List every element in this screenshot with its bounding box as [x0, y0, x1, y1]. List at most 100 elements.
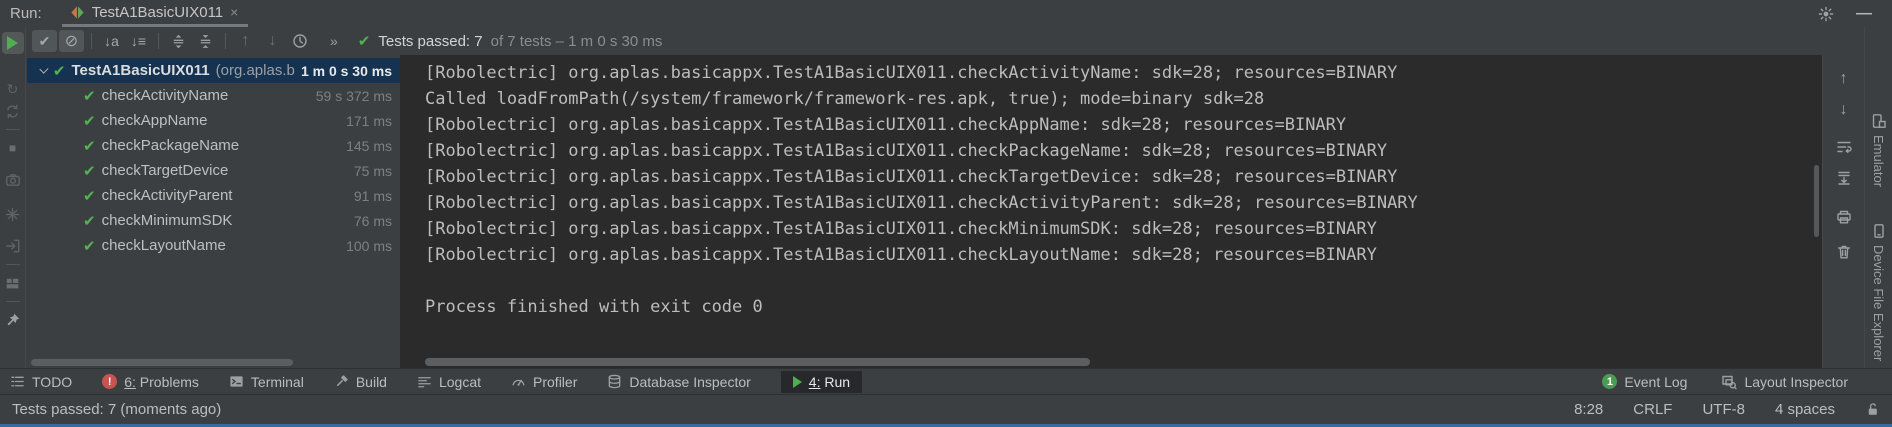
show-passed-toggle[interactable]: ✔: [32, 30, 57, 52]
import-test-results-button[interactable]: [2, 235, 24, 257]
tree-horizontal-scrollbar[interactable]: [31, 359, 293, 366]
indent-setting[interactable]: 4 spaces: [1775, 401, 1835, 418]
tests-passed-check-icon: ✔: [358, 32, 371, 50]
test-row[interactable]: ✔ checkMinimumSDK 76 ms: [27, 208, 400, 233]
screenshot-button[interactable]: [2, 169, 24, 191]
test-name: checkLayoutName: [102, 237, 226, 254]
sort-alpha-icon: ↓a: [104, 33, 119, 49]
test-suite-row[interactable]: ✔ TestA1BasicUIX011 (org.aplas.basi 1 m …: [27, 58, 400, 83]
sort-alphabetically-button[interactable]: ↓a: [99, 30, 124, 52]
android-test-config-icon: [70, 5, 85, 20]
test-history-button[interactable]: [287, 30, 312, 52]
toolwindow-profiler[interactable]: Profiler: [511, 374, 577, 390]
console-vertical-scrollbar[interactable]: [1814, 165, 1819, 237]
scroll-to-end-icon: [1836, 170, 1852, 186]
rerun-play-icon: [7, 36, 18, 50]
tool-stripe-emulator[interactable]: Emulator: [1871, 113, 1887, 187]
rerun-failed-icon: ↻: [7, 82, 19, 96]
show-ignored-toggle[interactable]: ⊘: [59, 30, 84, 52]
collapse-all-icon: [198, 34, 213, 49]
console-toolbar: ↑ ↓: [1822, 55, 1864, 368]
sort-by-duration-button[interactable]: ↓≡: [126, 30, 151, 52]
suite-duration: 1 m 0 s 30 ms: [301, 63, 392, 79]
device-file-explorer-stripe-label: Device File Explorer: [1871, 245, 1886, 361]
sort-custom-icon: ↓≡: [131, 33, 146, 49]
console-line: Process finished with exit code 0: [425, 294, 1822, 320]
database-icon: [607, 374, 622, 389]
suite-package: (org.aplas.basi: [216, 62, 295, 79]
line-separator[interactable]: CRLF: [1633, 401, 1672, 418]
toggle-auto-test-button[interactable]: [2, 100, 24, 122]
chevron-more-icon[interactable]: »: [330, 33, 338, 49]
toolwindow-terminal[interactable]: Terminal: [229, 374, 304, 390]
expand-all-button[interactable]: [166, 30, 191, 52]
test-name: checkActivityName: [102, 87, 229, 104]
arrow-up-icon: ↑: [242, 32, 250, 50]
rerun-tests-button[interactable]: [2, 32, 24, 54]
restore-layout-button[interactable]: [2, 272, 24, 294]
auto-test-icon: [5, 104, 20, 119]
console-output[interactable]: [Robolectric] org.aplas.basicappx.TestA1…: [400, 55, 1822, 368]
profiler-gauge-icon: [511, 374, 526, 389]
test-name: checkActivityParent: [102, 187, 233, 204]
print-button[interactable]: [1834, 207, 1854, 227]
test-run-status: ✔ Tests passed: 7 of 7 tests – 1 m 0 s 3…: [358, 32, 663, 50]
history-clock-icon: [292, 33, 308, 49]
write-access-lock-icon[interactable]: [1865, 402, 1880, 417]
console-horizontal-scrollbar[interactable]: [425, 358, 1090, 366]
previous-occurrence-button[interactable]: ↑: [233, 30, 258, 52]
caret-position[interactable]: 8:28: [1574, 401, 1603, 418]
clear-console-button[interactable]: [1834, 242, 1854, 262]
hide-tool-window-icon[interactable]: —: [1856, 5, 1872, 23]
import-icon: [5, 238, 21, 254]
status-message: Tests passed: 7 (moments ago): [12, 401, 221, 418]
toolwindow-run[interactable]: 4: Run: [781, 371, 862, 393]
run-label: Run:: [10, 5, 42, 22]
run-configuration-tab[interactable]: TestA1BasicUIX011 ×: [62, 0, 249, 27]
tool-window-bar: TODO ! 6: Problems Terminal Build: [0, 368, 1892, 394]
test-name: checkPackageName: [102, 137, 240, 154]
console-line: [425, 268, 1822, 294]
tests-passed-detail: of 7 tests – 1 m 0 s 30 ms: [491, 33, 663, 50]
file-encoding[interactable]: UTF-8: [1702, 401, 1745, 418]
chevron-down-icon[interactable]: [39, 65, 48, 74]
toolwindow-build[interactable]: Build: [334, 374, 387, 390]
run-left-toolbar: ↻ ■: [0, 27, 26, 368]
test-duration: 100 ms: [346, 238, 392, 254]
next-occurrence-button[interactable]: ↓: [260, 30, 285, 52]
test-passed-icon: ✔: [53, 62, 66, 80]
toolwindow-database-inspector[interactable]: Database Inspector: [607, 374, 750, 390]
test-passed-icon: ✔: [83, 162, 96, 180]
scroll-up-button[interactable]: ↑: [1834, 69, 1854, 89]
close-icon[interactable]: ×: [230, 5, 238, 19]
scroll-to-end-button[interactable]: [1834, 168, 1854, 188]
test-passed-icon: ✔: [83, 87, 96, 105]
collapse-all-button[interactable]: [193, 30, 218, 52]
apply-changes-button[interactable]: [2, 203, 24, 225]
toolwindow-logcat[interactable]: Logcat: [417, 374, 481, 390]
stop-process-button[interactable]: ■: [2, 137, 24, 159]
arrow-up-icon: ↑: [1840, 70, 1848, 88]
test-row[interactable]: ✔ checkTargetDevice 75 ms: [27, 158, 400, 183]
trash-icon: [1836, 244, 1852, 260]
pin-tab-button[interactable]: [2, 309, 24, 331]
scroll-down-button[interactable]: ↓: [1834, 100, 1854, 120]
toolwindow-todo[interactable]: TODO: [10, 374, 72, 390]
tool-stripe-device-file-explorer[interactable]: Device File Explorer: [1871, 223, 1887, 361]
test-row[interactable]: ✔ checkLayoutName 100 ms: [27, 233, 400, 258]
show-ignored-icon: ⊘: [65, 31, 78, 51]
toolwindow-problems[interactable]: ! 6: Problems: [102, 374, 199, 390]
test-row[interactable]: ✔ checkPackageName 145 ms: [27, 133, 400, 158]
settings-gear-icon[interactable]: [1818, 6, 1834, 22]
arrow-down-icon: ↓: [269, 32, 277, 50]
soft-wrap-icon: [1836, 139, 1852, 155]
starburst-icon: [5, 207, 20, 222]
event-log-button[interactable]: 1 Event Log: [1602, 374, 1687, 390]
soft-wrap-button[interactable]: [1834, 137, 1854, 157]
test-row[interactable]: ✔ checkAppName 171 ms: [27, 108, 400, 133]
test-duration: 91 ms: [354, 188, 392, 204]
layout-inspector-button[interactable]: Layout Inspector: [1721, 374, 1848, 390]
test-row[interactable]: ✔ checkActivityParent 91 ms: [27, 183, 400, 208]
test-row[interactable]: ✔ checkActivityName 59 s 372 ms: [27, 83, 400, 108]
rerun-failed-tests-button[interactable]: ↻: [2, 78, 24, 100]
